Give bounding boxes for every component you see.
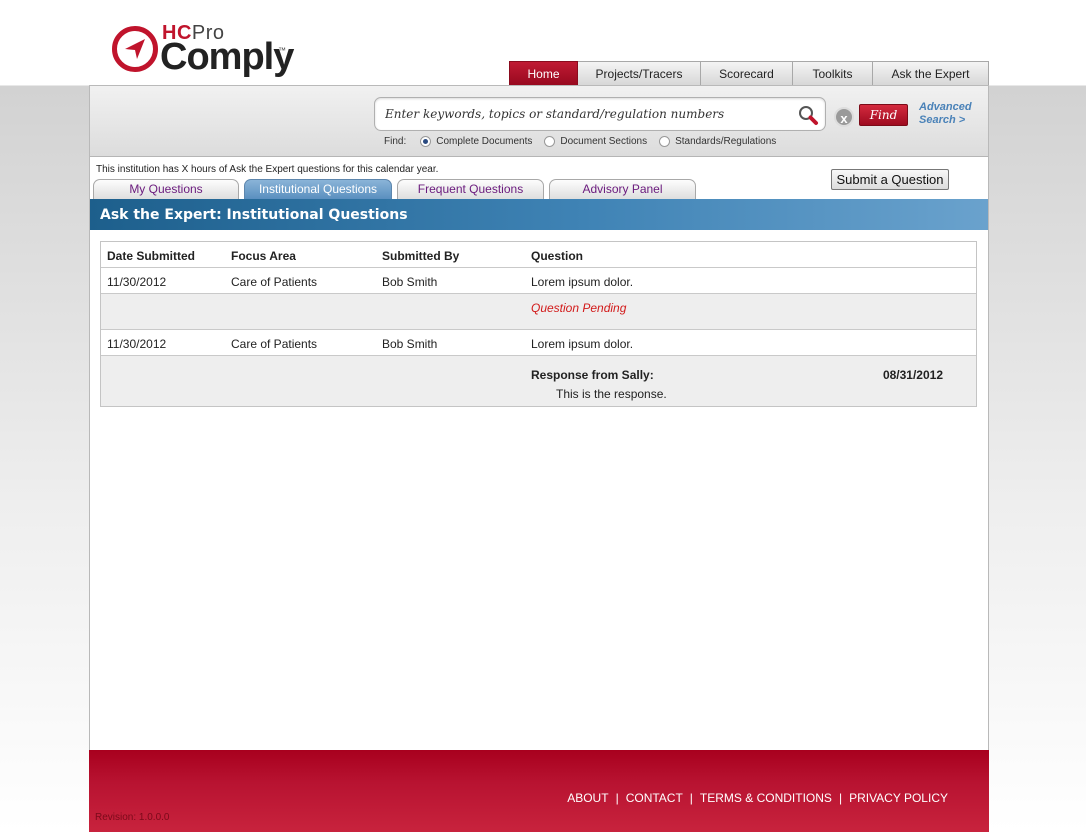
- logo-comply-text: Comply: [160, 36, 294, 78]
- question-status-row: Question Pending: [101, 294, 976, 330]
- table-header-row: Date Submitted Focus Area Submitted By Q…: [101, 242, 976, 268]
- scope-label-document-sections: Document Sections: [560, 136, 648, 147]
- footer-separator: |: [689, 791, 693, 805]
- cell-date-submitted: 11/30/2012: [107, 275, 167, 289]
- tab-my-questions[interactable]: My Questions: [93, 179, 239, 199]
- advanced-search-link[interactable]: Advanced Search >: [919, 101, 972, 127]
- search-box: [374, 97, 826, 131]
- search-input[interactable]: [385, 104, 785, 124]
- hours-notice: This institution has X hours of Ask the …: [96, 164, 439, 175]
- table-row[interactable]: 11/30/2012 Care of Patients Bob Smith Lo…: [101, 330, 976, 356]
- footer-separator: |: [615, 791, 619, 805]
- column-header-focus-area[interactable]: Focus Area: [231, 249, 296, 263]
- revision-label: Revision: 1.0.0.0: [95, 812, 170, 823]
- cell-date-submitted: 11/30/2012: [107, 337, 167, 351]
- status-question-pending: Question Pending: [531, 301, 627, 315]
- nav-tab-scorecard[interactable]: Scorecard: [701, 61, 793, 86]
- clear-search-icon[interactable]: x: [834, 107, 854, 127]
- nav-tab-projects-tracers[interactable]: Projects/Tracers: [578, 61, 701, 86]
- cell-question[interactable]: Lorem ipsum dolor.: [531, 337, 633, 351]
- top-navigation: Home Projects/Tracers Scorecard Toolkits…: [509, 61, 989, 86]
- cell-focus-area: Care of Patients: [231, 275, 318, 289]
- cell-submitted-by: Bob Smith: [382, 337, 438, 351]
- hcpro-comply-logo[interactable]: HCPro Comply ™: [110, 20, 310, 80]
- cell-submitted-by: Bob Smith: [382, 275, 438, 289]
- column-header-date-submitted[interactable]: Date Submitted: [107, 249, 195, 263]
- table-row[interactable]: 11/30/2012 Care of Patients Bob Smith Lo…: [101, 268, 976, 294]
- search-panel: x Find Advanced Search > Find: Complete …: [90, 86, 988, 157]
- response-text: This is the response.: [556, 387, 667, 401]
- question-tabs: My Questions Institutional Questions Fre…: [93, 179, 701, 199]
- column-header-submitted-by[interactable]: Submitted By: [382, 249, 459, 263]
- tab-advisory-panel[interactable]: Advisory Panel: [549, 179, 696, 199]
- nav-tab-ask-the-expert[interactable]: Ask the Expert: [873, 61, 989, 86]
- find-button[interactable]: Find: [859, 104, 908, 126]
- tab-institutional-questions[interactable]: Institutional Questions: [244, 179, 392, 199]
- advanced-search-line1: Advanced: [919, 101, 972, 113]
- cell-focus-area: Care of Patients: [231, 337, 318, 351]
- compass-logo-icon: [112, 26, 158, 72]
- footer-link-terms[interactable]: TERMS & CONDITIONS: [700, 791, 832, 805]
- submit-question-button[interactable]: Submit a Question: [831, 169, 949, 190]
- radio-document-sections[interactable]: [544, 136, 556, 147]
- column-header-question[interactable]: Question: [531, 249, 583, 263]
- footer-link-about[interactable]: ABOUT: [567, 791, 608, 805]
- footer-link-privacy[interactable]: PRIVACY POLICY: [849, 791, 948, 805]
- radio-standards-regulations[interactable]: [659, 136, 671, 147]
- scope-option-complete-documents[interactable]: Complete Documents: [420, 136, 532, 147]
- page-title: Ask the Expert: Institutional Questions: [100, 207, 408, 223]
- scope-option-document-sections[interactable]: Document Sections: [544, 136, 647, 147]
- response-label: Response from Sally:: [531, 368, 654, 382]
- nav-tab-home[interactable]: Home: [509, 61, 578, 86]
- nav-tab-toolkits[interactable]: Toolkits: [793, 61, 873, 86]
- scope-label-complete-documents: Complete Documents: [436, 136, 533, 147]
- response-row: Response from Sally: 08/31/2012 This is …: [101, 356, 976, 406]
- tab-frequent-questions[interactable]: Frequent Questions: [397, 179, 544, 199]
- footer-separator: |: [838, 791, 843, 805]
- logo-trademark: ™: [278, 46, 286, 55]
- scope-label-standards-regulations: Standards/Regulations: [675, 136, 777, 147]
- find-scope-label: Find:: [384, 136, 407, 147]
- response-date: 08/31/2012: [882, 368, 943, 382]
- questions-table: Date Submitted Focus Area Submitted By Q…: [100, 241, 977, 407]
- main-content: x Find Advanced Search > Find: Complete …: [89, 85, 989, 832]
- advanced-search-line2: Search >: [919, 114, 966, 126]
- magnifier-search-icon[interactable]: [797, 104, 819, 126]
- section-title-bar: Ask the Expert: Institutional Questions: [90, 199, 988, 230]
- cell-question[interactable]: Lorem ipsum dolor.: [531, 275, 633, 289]
- scope-option-standards-regulations[interactable]: Standards/Regulations: [659, 136, 776, 147]
- footer-links: ABOUT | CONTACT | TERMS & CONDITIONS | P…: [567, 791, 948, 805]
- find-scope-options: Find: Complete Documents Document Sectio…: [384, 136, 788, 147]
- footer-link-contact[interactable]: CONTACT: [626, 791, 683, 805]
- radio-complete-documents[interactable]: [420, 136, 432, 147]
- footer: ABOUT | CONTACT | TERMS & CONDITIONS | P…: [89, 750, 989, 832]
